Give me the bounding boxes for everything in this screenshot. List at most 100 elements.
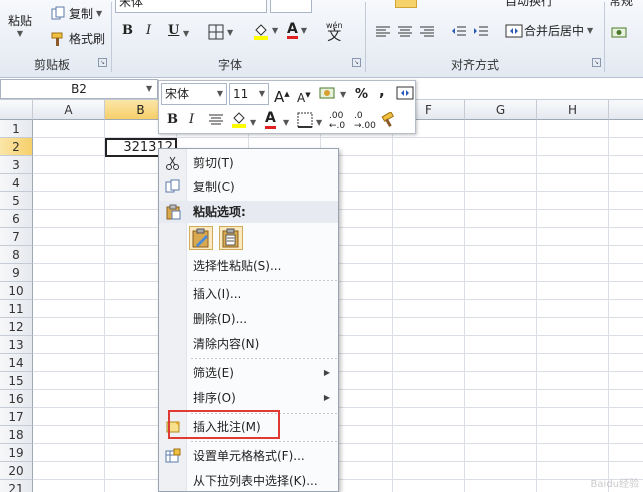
increase-indent-icon[interactable] [473,24,489,40]
column-header-h[interactable]: H [537,100,609,120]
row-header[interactable]: 21 [0,480,33,492]
menu-item-paste-special[interactable]: 选择性粘贴(S)... [159,254,338,278]
ribbon-italic-button[interactable]: I [146,23,151,38]
row-header[interactable]: 10 [0,282,33,300]
menu-item-insert[interactable]: 插入(I)... [159,282,338,306]
chevron-down-icon[interactable]: ▼ [340,90,346,99]
copy-icon [165,179,181,195]
chevron-down-icon[interactable]: ▼ [316,118,322,127]
align-center-icon[interactable] [397,24,413,40]
row-header[interactable]: 14 [0,354,33,372]
phonetic-button[interactable]: wén 文 [326,20,343,43]
align-right-icon[interactable] [419,24,435,40]
select-all-corner[interactable] [0,100,33,120]
accounting-format-icon[interactable] [319,85,335,101]
copy-button[interactable]: 复制 ▼ [50,5,102,22]
align-left-icon[interactable] [375,24,391,40]
context-menu: 剪切(T) 复制(C) 粘贴选项: 选择性粘贴(S)... 插入(I)... 删… [158,148,339,492]
row-header[interactable]: 13 [0,336,33,354]
column-header-i[interactable] [609,100,643,120]
currency-icon[interactable] [611,24,627,40]
mini-italic-button[interactable]: I [189,111,194,129]
mini-borders-icon[interactable] [297,112,313,128]
row-header[interactable]: 12 [0,318,33,336]
ribbon-bold-button[interactable]: B [122,23,133,38]
mini-format-painter-icon[interactable] [381,111,397,128]
menu-item-copy[interactable]: 复制(C) [159,175,338,199]
row-header[interactable]: 17 [0,408,33,426]
grow-font-button[interactable]: A▲ [274,85,290,106]
mini-bold-button[interactable]: B [167,111,178,129]
menu-item-delete[interactable]: 删除(D)... [159,307,338,331]
decrease-indent-icon[interactable] [451,24,467,40]
row-header[interactable]: 15 [0,372,33,390]
row-header[interactable]: 2 [0,138,33,156]
menu-item-label: 清除内容(N) [193,337,260,351]
row-header[interactable]: 6 [0,210,33,228]
comma-style-button[interactable]: , [379,82,385,100]
paste-option-paste-icon[interactable] [189,226,213,250]
row-header[interactable]: 8 [0,246,33,264]
paste-button[interactable]: 粘贴 ▼ [8,12,32,38]
ribbon-underline-button[interactable]: U [168,23,179,38]
menu-item-clear-contents[interactable]: 清除内容(N) [159,332,338,356]
mini-font-name-combo[interactable]: 宋体 ▼ [161,83,227,105]
row-header[interactable]: 1 [0,120,33,138]
font-dialog-launcher[interactable]: ↘ [352,58,361,67]
menu-item-sort[interactable]: 排序(O) ▶ [159,386,338,410]
menu-item-label: 筛选(E) [193,366,234,380]
format-painter-button[interactable]: 格式刷 [50,30,105,47]
menu-item-format-cells[interactable]: 设置单元格格式(F)... [159,444,338,468]
name-box[interactable]: B2 [0,79,158,99]
mini-align-center-icon[interactable] [208,112,224,128]
percent-style-button[interactable]: % [355,86,368,104]
column-gridline [608,120,609,492]
row-header[interactable]: 20 [0,462,33,480]
shrink-font-button[interactable]: A▼ [297,86,311,107]
ribbon-font-name-combo[interactable]: 宋体 [115,0,267,13]
decrease-decimal-button[interactable]: .0 →.00 [354,111,376,131]
ribbon-font-size-combo[interactable] [270,0,312,13]
menu-item-cut[interactable]: 剪切(T) [159,151,338,175]
increase-decimal-label: .00 [329,111,344,121]
chevron-down-icon: ▼ [258,89,265,98]
paste-option-values-icon[interactable] [219,226,243,250]
row-header[interactable]: 19 [0,444,33,462]
row-header[interactable]: 9 [0,264,33,282]
copy-label: 复制 [69,7,94,21]
row-header[interactable]: 3 [0,156,33,174]
font-color-button[interactable]: A ▼ [287,22,307,39]
menu-item-pick-from-list[interactable]: 从下拉列表中选择(K)... [159,469,338,492]
increase-decimal-button[interactable]: .00 ←.0 [329,111,345,131]
menu-item-label: 选择性粘贴(S)... [193,259,282,273]
column-header-a[interactable]: A [33,100,105,120]
row-header[interactable]: 7 [0,228,33,246]
align-top-button[interactable] [395,0,417,8]
merge-center-button[interactable]: 合并后居中 ▼ [505,22,593,39]
column-header-label: G [495,103,506,117]
menu-item-label: 复制(C) [193,180,235,194]
clipboard-dialog-launcher[interactable]: ↘ [98,58,107,67]
row-header[interactable]: 16 [0,390,33,408]
number-format-combo[interactable]: 常规 [609,0,633,9]
row-header[interactable]: 5 [0,192,33,210]
mini-fill-bucket-icon[interactable] [231,110,247,128]
chevron-down-icon[interactable]: ▼ [250,118,256,127]
wrap-text-button[interactable]: 自动换行 [505,0,553,9]
column-header-g[interactable]: G [465,100,537,120]
menu-item-filter[interactable]: 筛选(E) ▶ [159,361,338,385]
fill-color-button[interactable]: ▼ [253,22,278,40]
mini-font-name-value: 宋体 [165,87,190,101]
row-header[interactable]: 11 [0,300,33,318]
row-header[interactable]: 18 [0,426,33,444]
merge-cells-icon[interactable] [396,85,414,101]
row-header[interactable]: 4 [0,174,33,192]
borders-button[interactable]: ▼ [208,24,233,40]
chevron-down-icon[interactable]: ▼ [283,118,289,127]
chevron-down-icon[interactable]: ▼ [146,84,152,93]
chevron-down-icon: ▼ [183,29,190,38]
alignment-dialog-launcher[interactable]: ↘ [592,58,601,67]
mini-font-color-button[interactable]: A [265,109,276,129]
chevron-right-icon: ▶ [323,368,330,377]
mini-font-size-combo[interactable]: 11 ▼ [229,83,269,105]
